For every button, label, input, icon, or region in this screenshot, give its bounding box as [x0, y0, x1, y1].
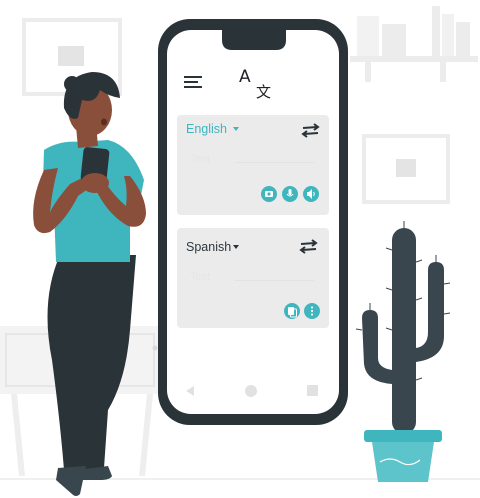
cactus-pot-rim — [364, 430, 442, 442]
cactus-pot — [372, 442, 434, 482]
source-language-label[interactable]: English — [186, 122, 227, 136]
logo-letter-a: A — [239, 67, 251, 87]
copy-icon[interactable] — [284, 303, 300, 319]
phone-notch — [222, 30, 286, 50]
home-icon[interactable] — [245, 385, 257, 397]
camera-icon[interactable] — [261, 186, 277, 202]
source-input-underline — [234, 162, 314, 163]
microphone-icon[interactable] — [282, 186, 298, 202]
woman-figure — [33, 72, 146, 496]
target-output-underline — [234, 280, 314, 281]
target-text-output: Text — [190, 271, 210, 283]
phone: A 文 English Text Spanish Text — [158, 19, 348, 425]
wall-shelf — [350, 6, 478, 82]
illustration-scene: A 文 English Text Spanish Text — [0, 6, 480, 496]
recents-icon[interactable] — [307, 385, 318, 396]
target-panel: Spanish Text — [177, 228, 329, 328]
target-language-label[interactable]: Spanish — [186, 240, 231, 254]
source-panel: English Text — [177, 115, 329, 215]
cactus-plant — [355, 221, 451, 482]
speaker-icon[interactable] — [303, 186, 319, 202]
target-language-selector[interactable]: Spanish — [186, 240, 239, 254]
source-text-input[interactable]: Text — [190, 153, 210, 165]
logo-letter-wen: 文 — [256, 83, 271, 101]
more-icon[interactable] — [304, 303, 320, 319]
